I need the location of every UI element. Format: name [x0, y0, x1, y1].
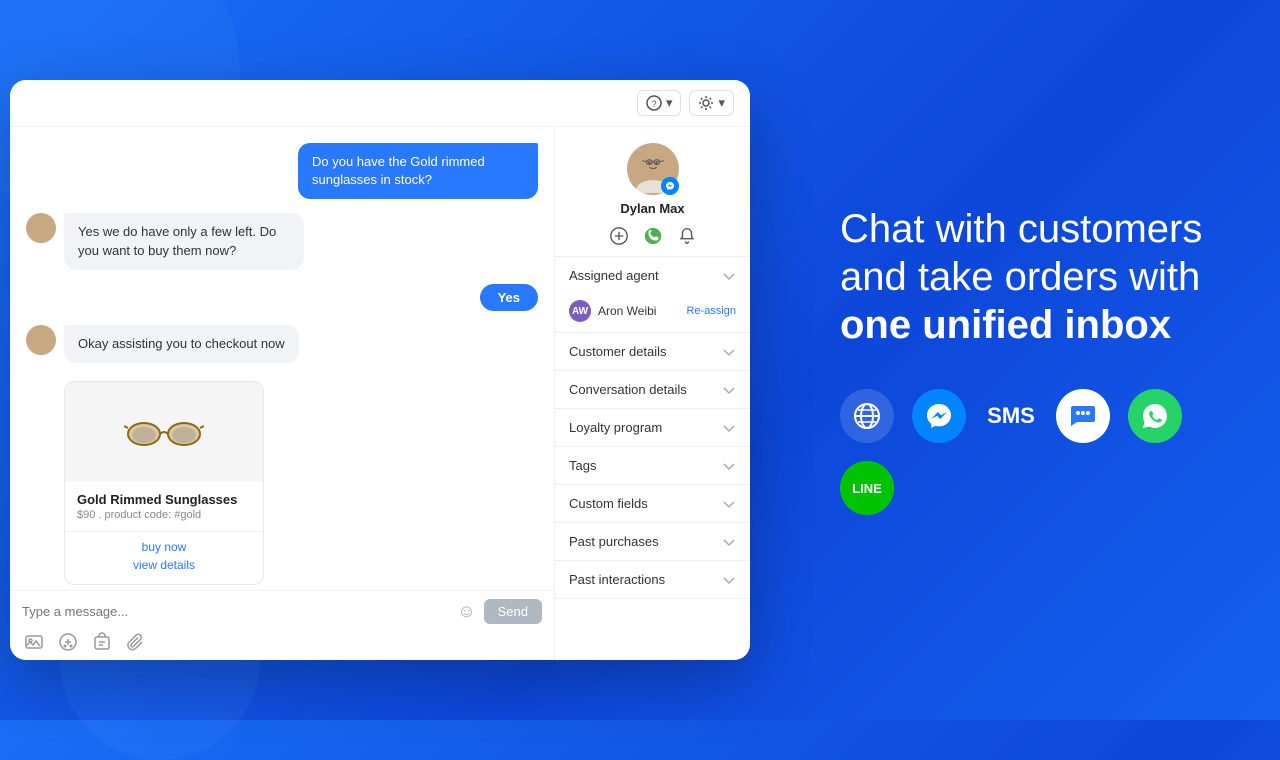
- chat-action-button[interactable]: [609, 226, 629, 246]
- assigned-agent-header[interactable]: Assigned agent: [555, 257, 750, 294]
- assigned-agent-label: Assigned agent: [569, 268, 659, 283]
- reassign-button[interactable]: Re-assign: [686, 305, 736, 317]
- past-interactions-header[interactable]: Past interactions: [555, 561, 750, 598]
- past-purchases-header[interactable]: Past purchases: [555, 523, 750, 560]
- product-card: Gold Rimmed Sunglasses $90 . product cod…: [64, 381, 264, 585]
- agent-avatar: AW: [569, 300, 591, 322]
- loyalty-program-label: Loyalty program: [569, 420, 662, 435]
- chat-messages: Do you have the Gold rimmed sunglasses i…: [10, 127, 554, 590]
- attachment-button[interactable]: [126, 632, 146, 652]
- past-interactions-section: Past interactions: [555, 561, 750, 599]
- help-button[interactable]: ? ▾: [637, 90, 682, 116]
- settings-label: ▾: [718, 95, 725, 111]
- custom-fields-header[interactable]: Custom fields: [555, 485, 750, 522]
- product-info: Gold Rimmed Sunglasses $90 . product cod…: [65, 482, 263, 531]
- globe-channel-icon: [840, 389, 894, 443]
- message-row: Okay assisting you to checkout now: [26, 325, 538, 363]
- view-details-link[interactable]: view details: [77, 558, 251, 572]
- message-bubble-incoming: Yes we do have only a few left. Do you w…: [64, 213, 304, 269]
- sidebar: Dylan Max: [555, 127, 750, 660]
- past-purchases-label: Past purchases: [569, 534, 659, 549]
- agent-info: AW Aron Weibi: [569, 300, 656, 322]
- profile-name: Dylan Max: [620, 201, 684, 216]
- product-meta: $90 . product code: #gold: [77, 509, 251, 521]
- avatar: [26, 325, 56, 355]
- assigned-agent-row: AW Aron Weibi Re-assign: [555, 294, 750, 332]
- tags-header[interactable]: Tags: [555, 447, 750, 484]
- notification-action-button[interactable]: [677, 226, 697, 246]
- buy-now-link[interactable]: buy now: [77, 540, 251, 554]
- channel-icons: SMS LINE: [840, 389, 1220, 515]
- customer-details-section: Customer details: [555, 333, 750, 371]
- product-card-row: Gold Rimmed Sunglasses $90 . product cod…: [26, 377, 538, 585]
- tags-section: Tags: [555, 447, 750, 485]
- input-actions: [22, 632, 542, 652]
- chat-area: Do you have the Gold rimmed sunglasses i…: [10, 127, 555, 660]
- conversation-details-header[interactable]: Conversation details: [555, 371, 750, 408]
- marketing-title: Chat with customers and take orders with…: [840, 205, 1220, 349]
- avatar: [26, 213, 56, 243]
- product-name: Gold Rimmed Sunglasses: [77, 492, 251, 507]
- messenger-channel-icon: [912, 389, 966, 443]
- image-upload-button[interactable]: [24, 632, 44, 652]
- custom-fields-label: Custom fields: [569, 496, 648, 511]
- conversation-details-section: Conversation details: [555, 371, 750, 409]
- yes-badge: Yes: [480, 284, 538, 311]
- customer-details-header[interactable]: Customer details: [555, 333, 750, 370]
- conversation-details-label: Conversation details: [569, 382, 687, 397]
- help-label: ▾: [666, 95, 673, 111]
- product-actions: buy now view details: [65, 531, 263, 584]
- svg-text:?: ?: [651, 99, 656, 109]
- line-channel-icon: LINE: [840, 461, 894, 515]
- whatsapp-channel-icon: [1128, 389, 1182, 443]
- chat-window: ? ▾ ▾ Do you have the Gold rimmed sungla…: [10, 80, 750, 660]
- sms-channel-icon: SMS: [984, 389, 1038, 443]
- sidebar-profile: Dylan Max: [555, 127, 750, 257]
- marketing-section: Chat with customers and take orders with…: [760, 0, 1280, 720]
- message-row: Yes: [26, 284, 538, 311]
- tags-label: Tags: [569, 458, 596, 473]
- message-input[interactable]: [22, 604, 449, 619]
- past-purchases-section: Past purchases: [555, 523, 750, 561]
- emoji-button[interactable]: ☺: [457, 601, 475, 622]
- product-button[interactable]: [58, 632, 78, 652]
- agent-name: Aron Weibi: [598, 304, 656, 318]
- chat-input-bar: ☺ Send: [10, 590, 554, 660]
- loyalty-program-header[interactable]: Loyalty program: [555, 409, 750, 446]
- chat-input-row: ☺ Send: [22, 599, 542, 624]
- profile-actions: [609, 226, 697, 246]
- sms-label: SMS: [987, 403, 1035, 429]
- settings-button[interactable]: ▾: [689, 90, 734, 116]
- svg-text:LINE: LINE: [852, 481, 882, 496]
- message-row: Yes we do have only a few left. Do you w…: [26, 213, 538, 269]
- messenger-badge: [661, 177, 679, 195]
- message-bubble-outgoing: Do you have the Gold rimmed sunglasses i…: [298, 143, 538, 199]
- customer-details-label: Customer details: [569, 344, 667, 359]
- message-row: Do you have the Gold rimmed sunglasses i…: [26, 143, 538, 199]
- order-button[interactable]: [92, 632, 112, 652]
- chat-body: Do you have the Gold rimmed sunglasses i…: [10, 127, 750, 660]
- custom-fields-section: Custom fields: [555, 485, 750, 523]
- send-button[interactable]: Send: [484, 599, 542, 624]
- profile-avatar-wrap: [627, 143, 679, 195]
- past-interactions-label: Past interactions: [569, 572, 665, 587]
- topbar: ? ▾ ▾: [10, 80, 750, 127]
- loyalty-program-section: Loyalty program: [555, 409, 750, 447]
- assigned-agent-section: Assigned agent AW Aron Weibi Re-assign: [555, 257, 750, 333]
- product-image: [65, 382, 263, 482]
- call-action-button[interactable]: [643, 226, 663, 246]
- message-bubble-incoming: Okay assisting you to checkout now: [64, 325, 299, 363]
- chat-channel-icon: [1056, 389, 1110, 443]
